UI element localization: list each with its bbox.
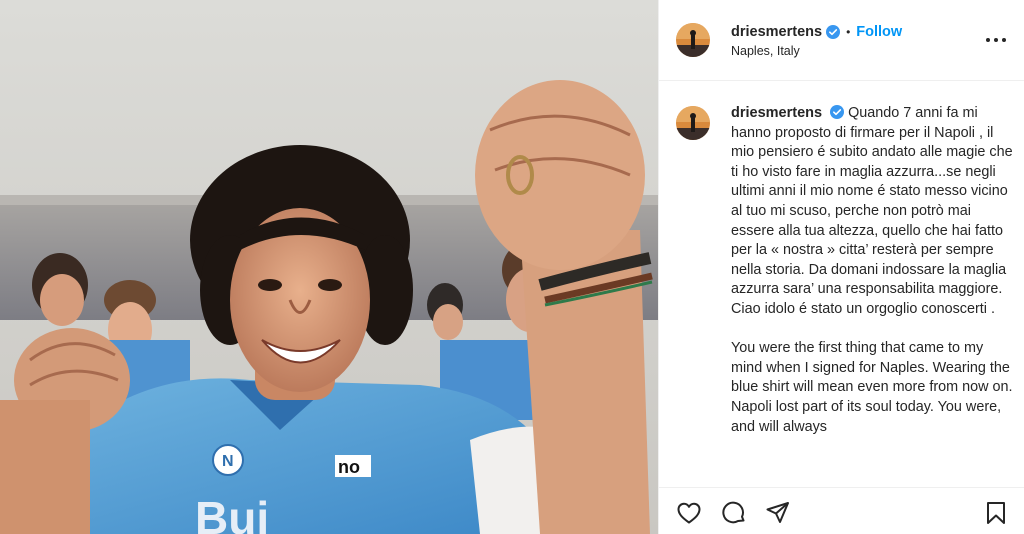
post-caption: driesmertens Quando 7 anni fa mi hanno p… [731, 104, 1013, 437]
avatar-image [676, 106, 710, 140]
caption-avatar[interactable] [676, 106, 710, 140]
caption-paragraph-1: driesmertens Quando 7 anni fa mi hanno p… [731, 104, 1013, 320]
follow-button[interactable]: Follow [856, 24, 902, 40]
post-side-panel: driesmertens • Follow Naples, Italy drie… [658, 0, 1024, 534]
header-line: driesmertens • Follow [731, 22, 902, 42]
location-link[interactable]: Naples, Italy [731, 44, 800, 58]
avatar[interactable] [676, 23, 710, 57]
more-options-icon[interactable] [986, 30, 1006, 50]
more-dot [986, 38, 990, 42]
more-dot [1002, 38, 1006, 42]
caption-username[interactable]: driesmertens [731, 105, 822, 121]
separator-dot: • [846, 25, 851, 39]
caption-text-2: You were the first thing that came to my… [731, 340, 1013, 435]
svg-text:N: N [222, 453, 234, 470]
more-dot [994, 38, 998, 42]
caption-text-1: Quando 7 anni fa mi hanno proposto di fi… [731, 105, 1013, 317]
avatar-image [676, 23, 710, 57]
verified-badge-icon [826, 25, 841, 39]
bookmark-icon[interactable] [983, 500, 1009, 526]
paper-plane-icon[interactable] [765, 500, 791, 526]
verified-badge-icon [830, 105, 845, 119]
comment-bubble-icon[interactable] [721, 500, 747, 526]
post-header: driesmertens • Follow Naples, Italy [659, 0, 1024, 81]
jersey-text: Bui [195, 492, 269, 534]
post-photo[interactable]: N no Bui [0, 0, 658, 534]
svg-text:no: no [338, 457, 360, 477]
post-image: N no Bui [0, 0, 658, 534]
comments-section[interactable]: driesmertens Quando 7 anni fa mi hanno p… [659, 82, 1024, 487]
username-link[interactable]: driesmertens [731, 24, 822, 40]
heart-icon[interactable] [676, 500, 702, 526]
action-bar [659, 487, 1024, 534]
